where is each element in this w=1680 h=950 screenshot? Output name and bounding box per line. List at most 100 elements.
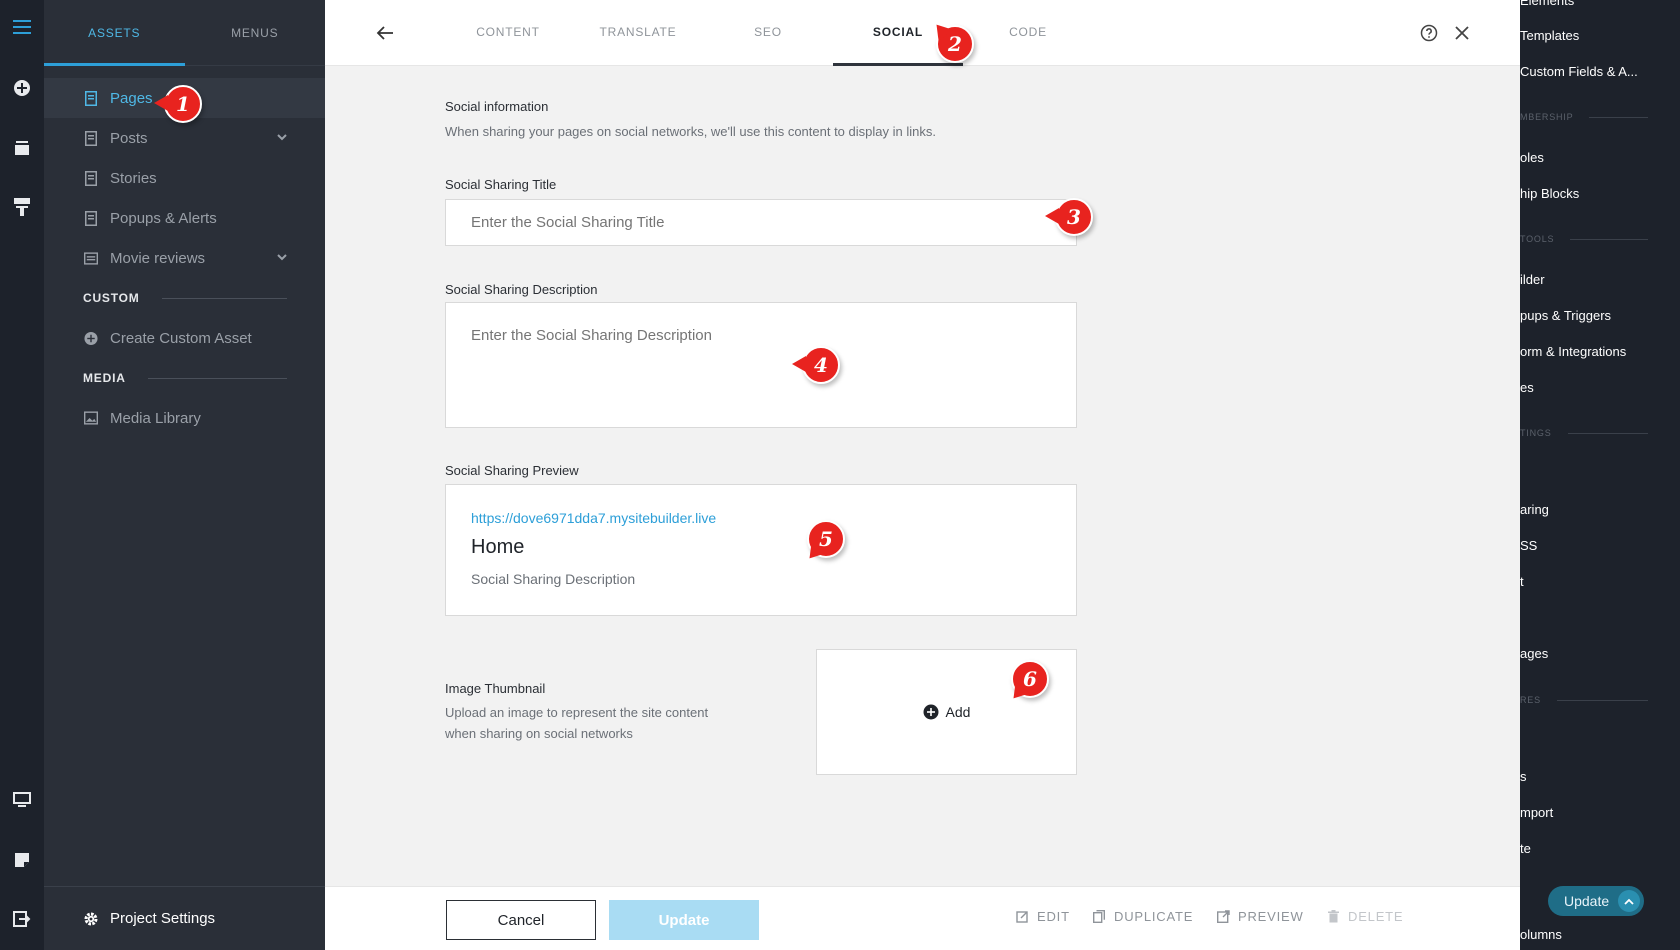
right-section-divider [1567,432,1648,434]
chevron-down-icon[interactable] [277,130,287,144]
right-section-divider [1570,238,1648,240]
right-item-te[interactable]: te [1520,841,1531,856]
plus-circle-icon [923,704,939,720]
edit-icon [1015,910,1029,924]
right-item-custom-fields[interactable]: Custom Fields & A... [1520,64,1638,79]
desktop-icon[interactable] [11,789,33,811]
gear-icon [82,910,100,928]
social-info-description: When sharing your pages on social networ… [445,124,936,139]
social-preview-label: Social Sharing Preview [445,463,579,478]
nav-item-label: Posts [110,129,148,147]
right-section-membership: MBERSHIP [1520,112,1648,122]
add-image-button[interactable]: Add [923,704,971,720]
nav-item-label: Create Custom Asset [110,329,252,347]
add-circle-icon[interactable] [11,77,33,99]
right-item-css[interactable]: SS [1520,538,1537,553]
tab-seo[interactable]: SEO [703,0,833,66]
update-button[interactable]: Update [609,900,759,940]
nav-item-label: Movie reviews [110,249,206,267]
social-title-input[interactable] [445,199,1077,246]
chevron-down-icon[interactable] [277,250,287,264]
section-custom: CUSTOM [44,278,325,318]
nav-item-create-custom-asset[interactable]: Create Custom Asset [44,318,325,358]
right-item-popups-triggers[interactable]: pups & Triggers [1520,308,1611,323]
nav-item-label: Pages [110,89,153,107]
right-section-tools: TOOLS [1520,234,1648,244]
modal-topbar: CONTENT TRANSLATE SEO SOCIAL CODE [325,0,1520,66]
page-icon [84,170,98,186]
callout-marker-1: 1 [154,85,202,123]
paint-roller-icon[interactable] [11,196,33,218]
right-item-sharing[interactable]: aring [1520,502,1549,517]
page-settings-modal: CONTENT TRANSLATE SEO SOCIAL CODE Social… [325,0,1520,950]
preview-action[interactable]: PREVIEW [1216,909,1304,924]
image-thumbnail-label: Image Thumbnail [445,681,546,696]
nav-item-label: Popups & Alerts [110,209,217,227]
asset-tabs: ASSETS MENUS [44,0,325,66]
right-item-form-integrations[interactable]: orm & Integrations [1520,344,1626,359]
exit-icon[interactable] [11,908,33,930]
section-divider [161,297,287,299]
right-update-label: Update [1564,893,1610,909]
nav-item-stories[interactable]: Stories [44,158,325,198]
right-item-import[interactable]: mport [1520,805,1553,820]
callout-marker-2: 2 [936,25,974,63]
right-section-features: RES [1520,695,1648,705]
nav-item-posts[interactable]: Posts [44,118,325,158]
tab-content[interactable]: CONTENT [443,0,573,66]
right-item-roles[interactable]: oles [1520,150,1544,165]
right-item-elements[interactable]: Elements [1520,0,1574,8]
modal-footer: Cancel Update EDIT DUPLICATE PREVIEW DEL… [325,886,1520,950]
collection-icon [84,250,98,266]
project-settings[interactable]: Project Settings [44,886,325,950]
layers-icon[interactable] [11,137,33,159]
right-update-button[interactable]: Update [1548,886,1644,916]
section-media: MEDIA [44,358,325,398]
duplicate-label: DUPLICATE [1114,909,1194,924]
right-section-label: MBERSHIP [1520,112,1574,122]
tab-translate[interactable]: TRANSLATE [573,0,703,66]
right-section-label: TINGS [1520,428,1552,438]
social-description-input[interactable] [445,302,1077,428]
image-thumbnail-info: Image Thumbnail Upload an image to repre… [445,681,708,741]
back-arrow-icon[interactable] [373,21,397,45]
right-item-es[interactable]: es [1520,380,1534,395]
right-item-t[interactable]: t [1520,574,1524,589]
section-heading: CUSTOM [83,291,140,305]
right-item-membership-blocks[interactable]: hip Blocks [1520,186,1579,201]
nav-item-media-library[interactable]: Media Library [44,398,325,438]
right-item-columns[interactable]: olumns [1520,927,1562,942]
page-icon [84,130,98,146]
project-settings-label: Project Settings [110,910,216,927]
callout-marker-4: 4 [792,346,840,384]
cancel-button[interactable]: Cancel [446,900,596,940]
tab-assets[interactable]: ASSETS [44,0,185,66]
social-info: Social information When sharing your pag… [445,99,936,139]
help-icon[interactable] [1420,24,1438,42]
trash-icon [1326,910,1340,924]
chevron-up-icon[interactable] [1618,890,1640,912]
tab-code[interactable]: CODE [963,0,1093,66]
right-panel: Elements Templates Custom Fields & A... … [1520,0,1680,950]
close-icon[interactable] [1452,23,1472,43]
nav-item-movie-reviews[interactable]: Movie reviews [44,238,325,278]
preview-url[interactable]: https://dove6971dda7.mysitebuilder.live [471,510,1051,526]
delete-action[interactable]: DELETE [1326,909,1403,924]
preview-label: PREVIEW [1238,909,1304,924]
icon-rail [0,0,44,950]
section-divider [147,377,287,379]
edit-action[interactable]: EDIT [1015,909,1070,924]
external-link-icon [1216,910,1230,924]
page-icon [84,210,98,226]
preview-title: Home [471,536,525,558]
nav-item-popups-alerts[interactable]: Popups & Alerts [44,198,325,238]
right-item-s[interactable]: s [1520,769,1527,784]
right-item-templates[interactable]: Templates [1520,28,1579,43]
tab-menus[interactable]: MENUS [185,0,326,65]
duplicate-action[interactable]: DUPLICATE [1092,909,1193,924]
note-icon[interactable] [11,849,33,871]
right-item-builder[interactable]: ilder [1520,272,1545,287]
hamburger-menu-icon[interactable] [11,16,33,38]
right-item-pages[interactable]: ages [1520,646,1548,661]
add-label: Add [945,704,971,720]
